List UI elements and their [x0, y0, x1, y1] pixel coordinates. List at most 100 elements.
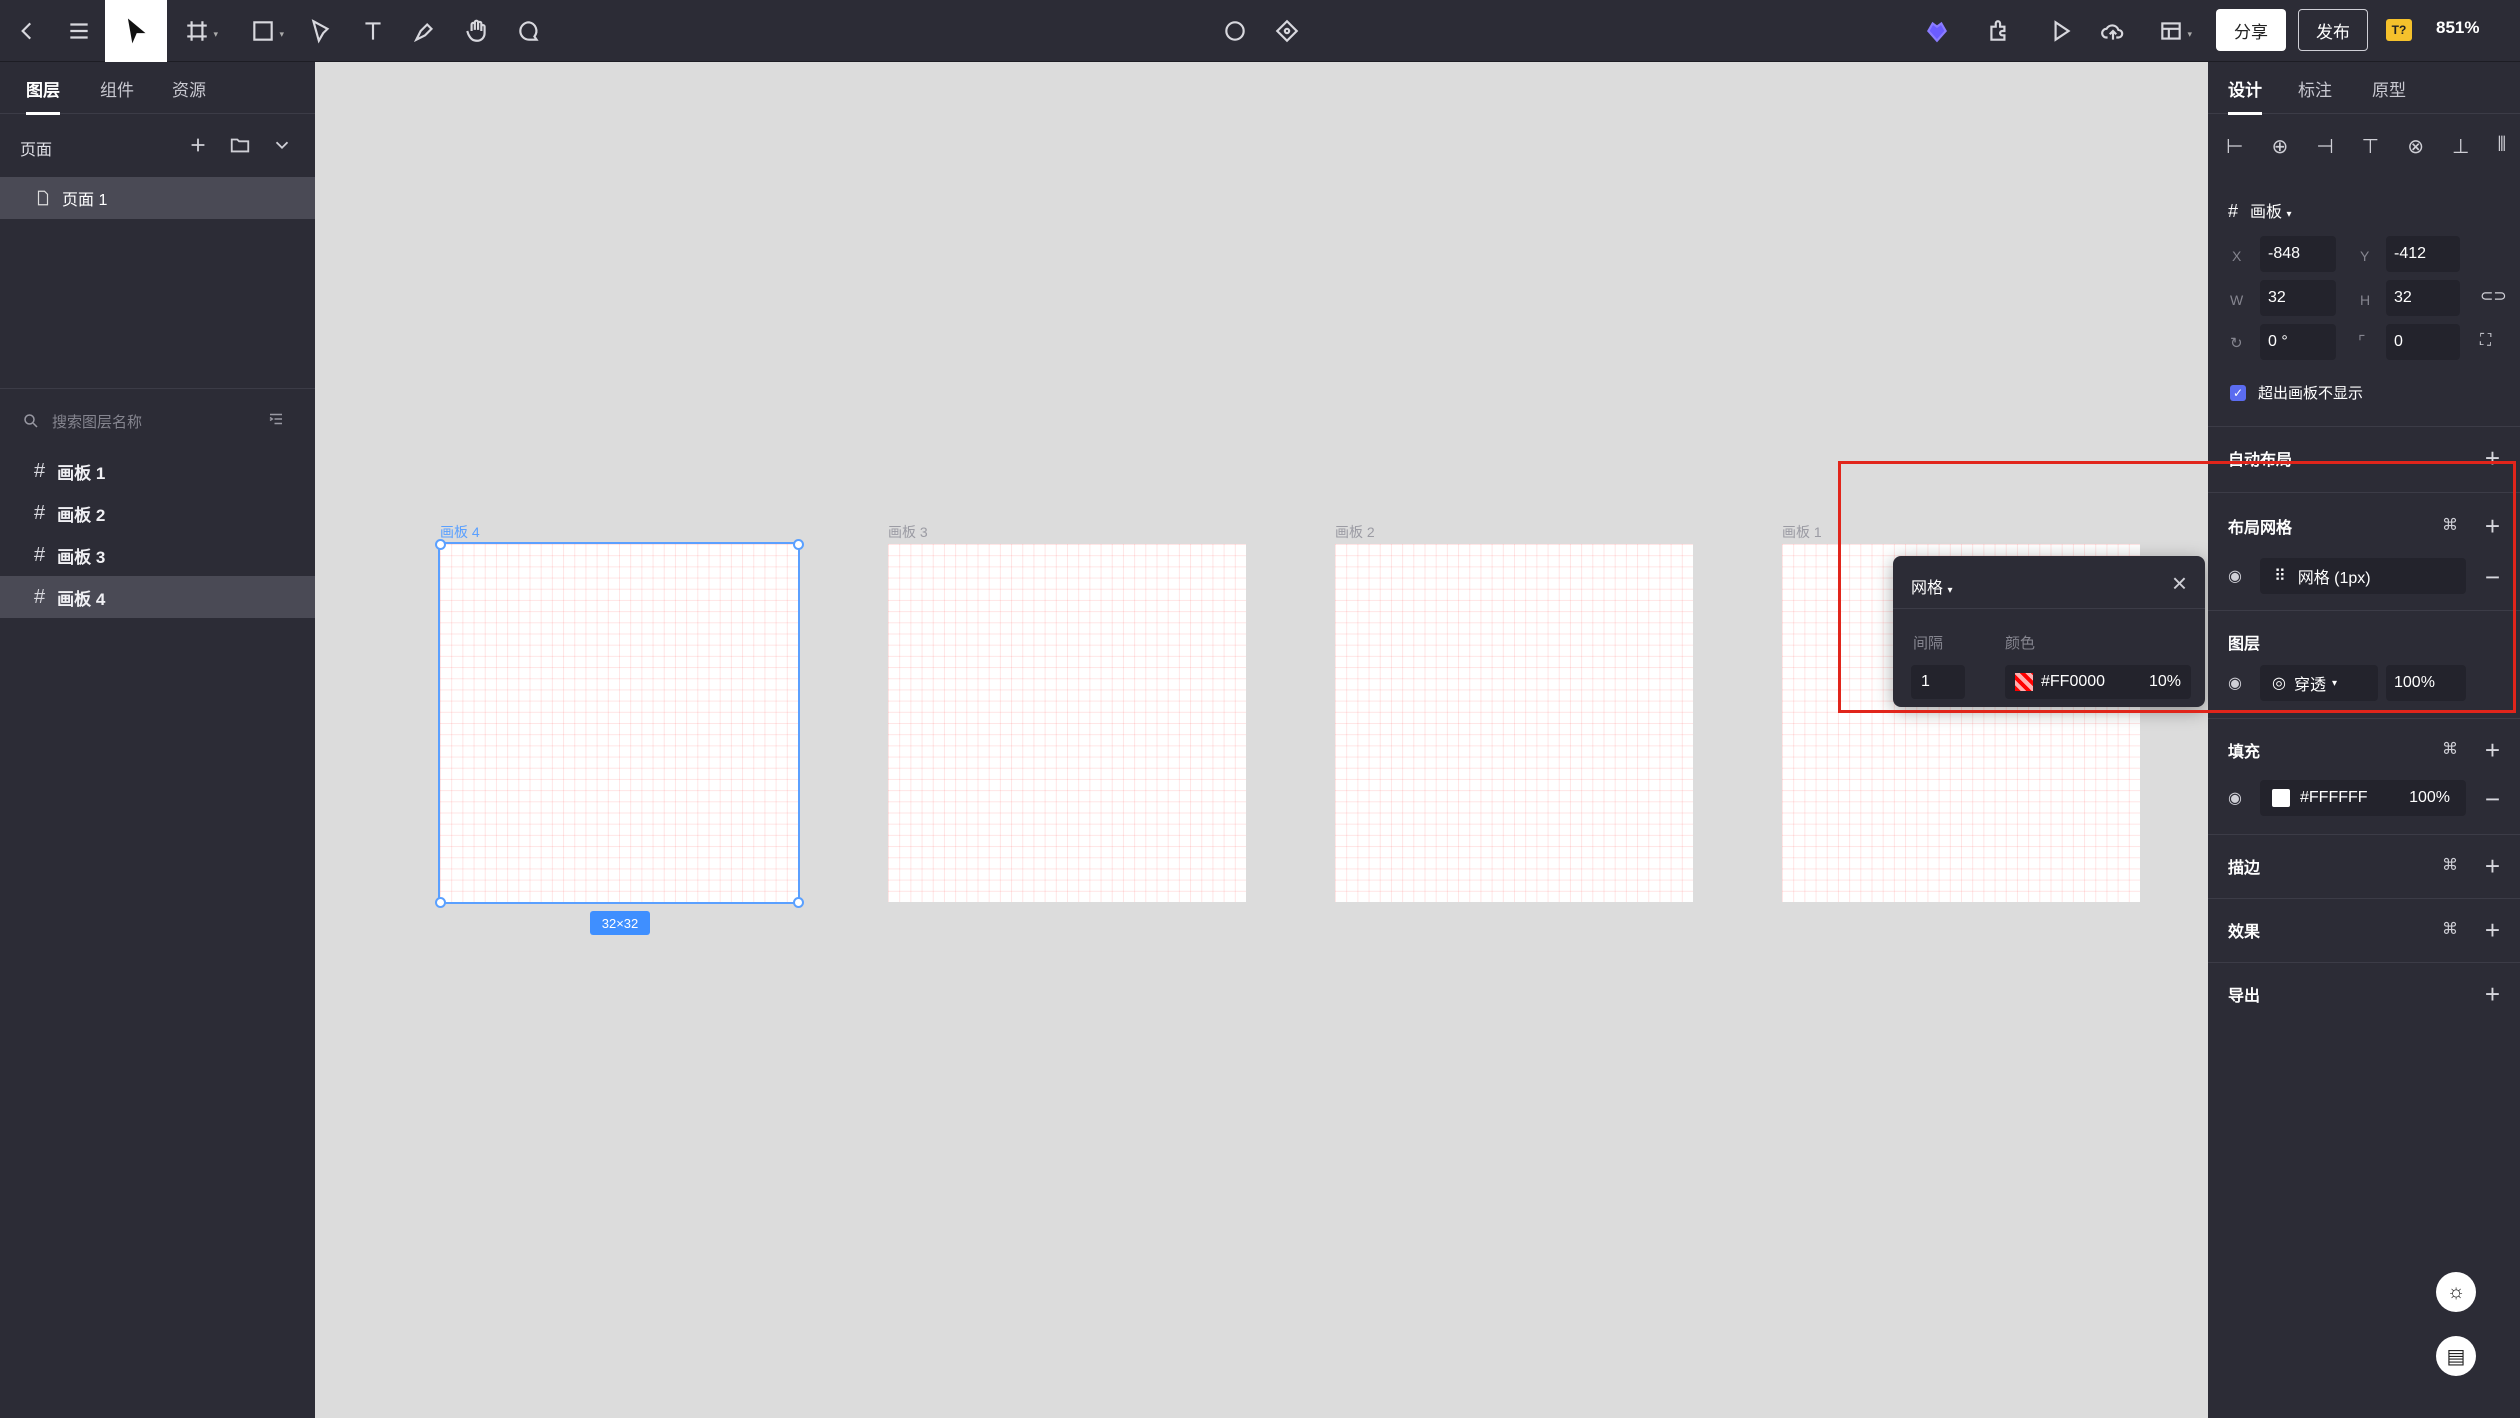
- add-layout-grid-icon[interactable]: +: [2485, 513, 2500, 539]
- resize-handle[interactable]: [793, 539, 804, 550]
- fill-hex[interactable]: #FFFFFF: [2300, 789, 2368, 807]
- tab-annotate[interactable]: 标注: [2298, 76, 2332, 101]
- upload-cloud-icon[interactable]: [2090, 8, 2136, 54]
- align-bottom-icon[interactable]: ⊥: [2452, 134, 2469, 164]
- ai-assistant-icon[interactable]: [1914, 8, 1960, 54]
- remove-fill-icon[interactable]: −: [2485, 786, 2500, 812]
- align-right-icon[interactable]: ⊣: [2316, 134, 2333, 164]
- h-input[interactable]: 32: [2386, 280, 2460, 316]
- fill-swatch[interactable]: [2272, 789, 2290, 807]
- board-label[interactable]: 画板 3: [888, 522, 928, 542]
- zoom-level[interactable]: 851%: [2436, 18, 2479, 38]
- fill-opacity[interactable]: 100%: [2409, 789, 2450, 807]
- add-stroke-icon[interactable]: +: [2485, 853, 2500, 879]
- page-item[interactable]: 页面 1: [0, 177, 315, 219]
- pen-tool-icon[interactable]: [298, 8, 344, 54]
- comment-tool-icon[interactable]: [506, 8, 552, 54]
- layer-item[interactable]: # 画板 3: [0, 534, 315, 576]
- remove-grid-icon[interactable]: −: [2485, 564, 2500, 590]
- layout-grid-item[interactable]: ⠿ 网格 (1px): [2260, 558, 2466, 594]
- layer-item[interactable]: # 画板 2: [0, 492, 315, 534]
- resize-handle[interactable]: [793, 897, 804, 908]
- layer-item-selected[interactable]: # 画板 4: [0, 576, 315, 618]
- hand-tool-icon[interactable]: [454, 8, 500, 54]
- instance-icon[interactable]: [1264, 8, 1310, 54]
- add-effect-icon[interactable]: +: [2485, 917, 2500, 943]
- color-swatch[interactable]: [2015, 673, 2033, 691]
- frame-type-dropdown[interactable]: # 画板 ▾: [2228, 198, 2292, 222]
- align-left-icon[interactable]: ⊢: [2226, 134, 2243, 164]
- resize-handle[interactable]: [435, 897, 446, 908]
- eye-icon[interactable]: ◉: [2228, 788, 2242, 808]
- x-input[interactable]: -848: [2260, 236, 2336, 272]
- eye-icon[interactable]: ◉: [2228, 673, 2242, 693]
- rotation-input[interactable]: 0 °: [2260, 324, 2336, 360]
- add-fill-icon[interactable]: +: [2485, 737, 2500, 763]
- layer-search[interactable]: 搜索图层名称: [22, 406, 297, 436]
- pencil-tool-icon[interactable]: [402, 8, 448, 54]
- help-badge[interactable]: T?: [2386, 19, 2412, 41]
- clip-content-toggle[interactable]: ✓ 超出画板不显示: [2230, 382, 2363, 403]
- tab-design[interactable]: 设计: [2228, 76, 2262, 115]
- blend-mode-dropdown[interactable]: ◎ 穿透 ▾: [2260, 665, 2378, 701]
- close-icon[interactable]: ×: [2172, 568, 2187, 599]
- tab-layers[interactable]: 图层: [26, 76, 60, 115]
- artboard-4[interactable]: [438, 542, 800, 904]
- back-icon[interactable]: [4, 8, 50, 54]
- divider: [2208, 492, 2520, 493]
- constrain-proportions-icon[interactable]: ⊂⊃: [2480, 286, 2507, 306]
- add-export-icon[interactable]: +: [2485, 981, 2500, 1007]
- tab-components[interactable]: 组件: [100, 76, 134, 101]
- plugin-icon[interactable]: [1976, 8, 2022, 54]
- move-tool-icon[interactable]: [105, 0, 167, 62]
- frame-tool-icon[interactable]: ▾: [174, 8, 220, 54]
- corner-radius-input[interactable]: 0: [2386, 324, 2460, 360]
- board-label[interactable]: 画板 2: [1335, 522, 1375, 542]
- checkbox-icon[interactable]: ✓: [2230, 384, 2246, 401]
- menu-icon[interactable]: [56, 8, 102, 54]
- eye-icon[interactable]: ◉: [2228, 566, 2242, 586]
- share-button[interactable]: 分享: [2216, 9, 2286, 51]
- artboard-2[interactable]: [1335, 544, 1693, 902]
- fill-styles-icon[interactable]: ⌘: [2442, 739, 2458, 759]
- tab-prototype[interactable]: 原型: [2372, 76, 2406, 101]
- chevron-down-icon[interactable]: [271, 134, 293, 161]
- publish-button[interactable]: 发布: [2298, 9, 2368, 51]
- w-input[interactable]: 32: [2260, 280, 2336, 316]
- grid-type-dropdown[interactable]: 网格 ▾: [1911, 574, 1953, 598]
- board-label[interactable]: 画板 1: [1782, 522, 1822, 542]
- text-tool-icon[interactable]: [350, 8, 396, 54]
- align-center-v-icon[interactable]: ⊗: [2407, 134, 2424, 164]
- board-label[interactable]: 画板 4: [440, 522, 480, 542]
- layer-opacity-input[interactable]: 100%: [2386, 665, 2466, 701]
- document-icon[interactable]: ▤: [2436, 1336, 2476, 1376]
- theme-toggle-icon[interactable]: ☼: [2436, 1272, 2476, 1312]
- artboard-3[interactable]: [888, 544, 1246, 902]
- folder-icon[interactable]: [229, 134, 251, 161]
- tab-assets[interactable]: 资源: [172, 76, 206, 101]
- rectangle-tool-icon[interactable]: ▾: [240, 8, 286, 54]
- stroke-styles-icon[interactable]: ⌘: [2442, 855, 2458, 875]
- independent-corners-icon[interactable]: ⛶: [2480, 332, 2491, 350]
- effect-styles-icon[interactable]: ⌘: [2442, 919, 2458, 939]
- component-circle-icon[interactable]: [1212, 8, 1258, 54]
- resize-handle[interactable]: [435, 539, 446, 550]
- play-icon[interactable]: [2038, 8, 2084, 54]
- add-page-icon[interactable]: [187, 134, 209, 161]
- grid-opacity[interactable]: 10%: [2149, 673, 2181, 691]
- add-auto-layout-icon[interactable]: +: [2485, 445, 2500, 471]
- layer-item[interactable]: # 画板 1: [0, 450, 315, 492]
- color-hex[interactable]: #FF0000: [2041, 673, 2105, 691]
- align-center-h-icon[interactable]: ⊕: [2271, 134, 2288, 164]
- filter-icon[interactable]: [267, 410, 285, 428]
- layout-view-icon[interactable]: ▾: [2148, 8, 2194, 54]
- grid-styles-icon[interactable]: ⌘: [2442, 515, 2458, 535]
- distribute-icon[interactable]: ⫴: [2498, 134, 2506, 164]
- y-input[interactable]: -412: [2386, 236, 2460, 272]
- fill-item[interactable]: #FFFFFF 100%: [2260, 780, 2466, 816]
- left-panel: 图层 组件 资源 页面 页面 1 搜索图层名称 # 画板 1 # 画板 2 # 画板 …: [0, 62, 315, 1418]
- grid-spacing-input[interactable]: 1: [1911, 665, 1965, 699]
- align-top-icon[interactable]: ⊤: [2362, 134, 2379, 164]
- grid-color-input[interactable]: #FF0000 10%: [2005, 665, 2191, 699]
- search-input[interactable]: 搜索图层名称: [52, 411, 142, 432]
